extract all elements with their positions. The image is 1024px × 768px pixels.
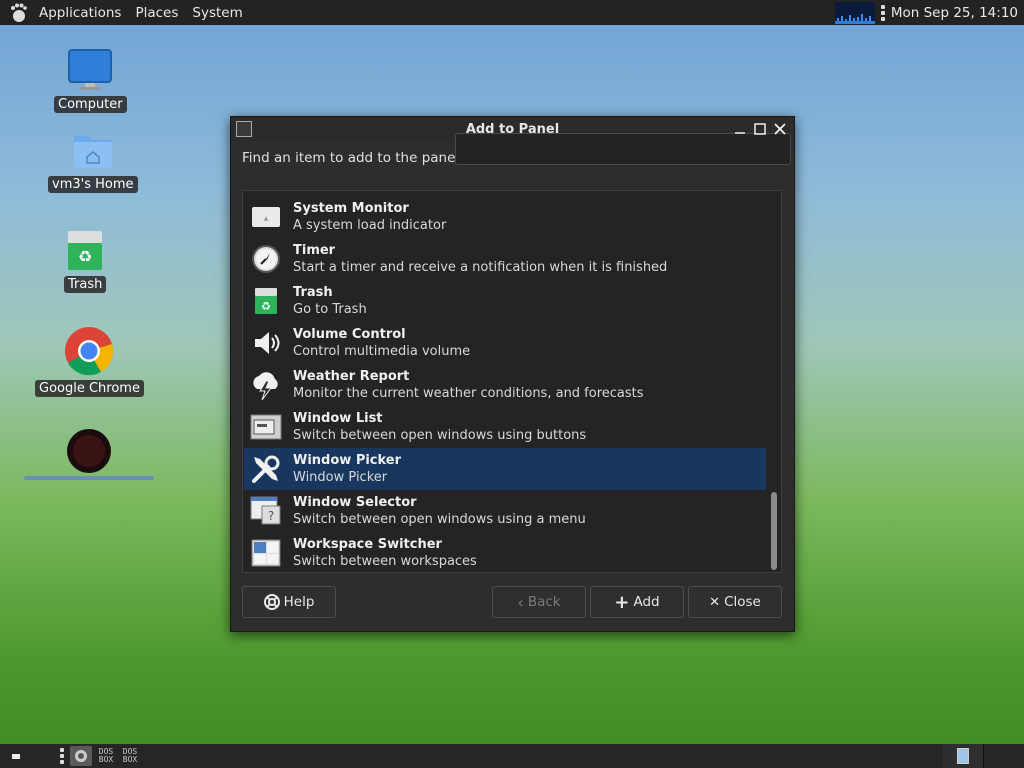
scroll-thumb[interactable] — [771, 492, 777, 570]
close-button[interactable]: ✕ Close — [688, 586, 782, 618]
workspace-switcher-icon — [249, 536, 283, 570]
dosbox-icon[interactable]: DOS BOX — [96, 748, 116, 764]
minimize-icon[interactable] — [732, 121, 748, 137]
item-desc: Window Picker — [293, 470, 388, 485]
home-folder-icon — [73, 136, 112, 168]
panel-handle-icon[interactable] — [880, 4, 885, 21]
speaker-icon — [249, 326, 283, 360]
search-input[interactable] — [455, 133, 791, 165]
desktop-icon-home[interactable]: vm3's Home — [48, 130, 138, 193]
list-item[interactable]: ♻ Trash Go to Trash — [244, 280, 766, 322]
show-desktop-icon[interactable] — [12, 753, 20, 759]
workspace-2[interactable] — [983, 744, 1024, 768]
desktop-icon-label: Computer — [54, 96, 127, 113]
tools-icon — [249, 452, 283, 486]
item-name: Window Selector — [293, 495, 417, 510]
chevron-left-icon: ‹ — [517, 592, 524, 612]
desktop-icon-label: vm3's Home — [48, 176, 138, 193]
list-item[interactable]: Timer Start a timer and receive a notific… — [244, 238, 766, 280]
window-controls — [732, 121, 788, 137]
window-selector-icon: ? — [249, 494, 283, 528]
add-button[interactable]: + Add — [590, 586, 684, 618]
list-item[interactable]: Window List Switch between open windows u… — [244, 406, 766, 448]
list-item[interactable]: Workspace Switcher Switch between workspa… — [244, 532, 766, 572]
item-desc: Control multimedia volume — [293, 344, 471, 359]
desktop-icon-label: Google Chrome — [35, 380, 144, 397]
system-monitor-applet[interactable] — [834, 1, 875, 24]
gnome-foot-icon[interactable] — [8, 2, 30, 24]
dosbox-icon[interactable]: DOS BOX — [120, 748, 140, 764]
item-desc: Monitor the current weather conditions, … — [293, 386, 644, 401]
desktop-icon-computer[interactable]: Computer — [54, 48, 127, 113]
close-x-icon: ✕ — [709, 594, 721, 610]
item-name: Timer — [293, 243, 336, 258]
window-menu-icon[interactable] — [236, 121, 252, 137]
places-menu[interactable]: Places — [128, 5, 185, 21]
svg-text:?: ? — [268, 509, 274, 523]
help-button[interactable]: Help — [242, 586, 336, 618]
window-list-icon — [249, 410, 283, 444]
svg-text:♻: ♻ — [78, 247, 92, 266]
find-label: Find an item to add to the panel: — [242, 150, 464, 166]
item-desc: Switch between open windows using a menu — [293, 512, 586, 527]
task-button-icon[interactable] — [70, 746, 92, 766]
item-desc: Go to Trash — [293, 302, 367, 317]
back-label: Back — [527, 594, 561, 610]
system-menu[interactable]: System — [185, 5, 249, 21]
desktop-icon-label-bar — [24, 476, 154, 480]
desktop-icon-label: Trash — [64, 276, 107, 293]
close-label: Close — [724, 594, 761, 610]
system-monitor-icon: ▲ — [249, 200, 283, 234]
trash-icon: ♻ — [249, 284, 283, 318]
add-label: Add — [633, 594, 660, 610]
list-item[interactable]: Volume Control Control multimedia volume — [244, 322, 766, 364]
item-desc: Switch between open windows using button… — [293, 428, 587, 443]
item-name: Volume Control — [293, 327, 406, 342]
desktop-icon-chrome[interactable]: Google Chrome — [35, 326, 144, 397]
avatar-icon — [67, 429, 111, 473]
workspace-1[interactable] — [943, 744, 983, 768]
timer-icon — [249, 242, 283, 276]
workspace-switcher-applet[interactable] — [943, 744, 1024, 768]
top-panel-tray: Mon Sep 25, 14:10 — [834, 0, 1024, 25]
list-item-selected[interactable]: Window Picker Window Picker — [244, 448, 766, 490]
item-name: Window Picker — [293, 453, 402, 468]
desktop-icon-unnamed[interactable] — [24, 428, 154, 480]
add-to-panel-dialog: Add to Panel Find an item to add to the … — [230, 116, 795, 632]
help-icon — [263, 594, 280, 610]
list-item[interactable]: ▲ System Monitor A system load indicator — [244, 196, 766, 238]
item-name: System Monitor — [293, 201, 409, 216]
panel-handle-icon[interactable] — [60, 748, 64, 764]
main-menu: Applications Places System — [0, 0, 250, 25]
applications-menu[interactable]: Applications — [32, 5, 128, 21]
item-desc: Start a timer and receive a notification… — [293, 260, 668, 275]
weather-icon — [249, 368, 283, 402]
item-name: Window List — [293, 411, 383, 426]
svg-text:▲: ▲ — [264, 215, 269, 222]
plus-icon: + — [614, 591, 630, 613]
back-button[interactable]: ‹ Back — [492, 586, 586, 618]
computer-icon — [68, 49, 113, 90]
bottom-panel: DOS BOX DOS BOX — [0, 744, 1024, 768]
item-name: Trash — [293, 285, 333, 300]
applet-list: ▲ System Monitor A system load indicator … — [242, 190, 782, 573]
help-label: Help — [283, 594, 315, 610]
list-item[interactable]: Weather Report Monitor the current weathe… — [244, 364, 766, 406]
list-scrollbar[interactable] — [768, 192, 780, 571]
find-row: Find an item to add to the panel: — [242, 133, 791, 166]
item-desc: A system load indicator — [293, 218, 447, 233]
item-name: Workspace Switcher — [293, 537, 442, 552]
item-name: Weather Report — [293, 369, 410, 384]
chrome-icon — [65, 327, 114, 376]
desktop-icon-trash[interactable]: ♻ Trash — [64, 228, 107, 293]
top-panel: Applications Places System Mon Sep 25, 1… — [0, 0, 1024, 25]
item-desc: Switch between workspaces — [293, 554, 477, 569]
svg-text:♻: ♻ — [261, 300, 271, 313]
trash-icon: ♻ — [68, 231, 103, 270]
clock[interactable]: Mon Sep 25, 14:10 — [891, 5, 1024, 21]
close-icon[interactable] — [772, 121, 788, 137]
maximize-icon[interactable] — [752, 121, 768, 137]
list-item[interactable]: ? Window Selector Switch between open win… — [244, 490, 766, 532]
